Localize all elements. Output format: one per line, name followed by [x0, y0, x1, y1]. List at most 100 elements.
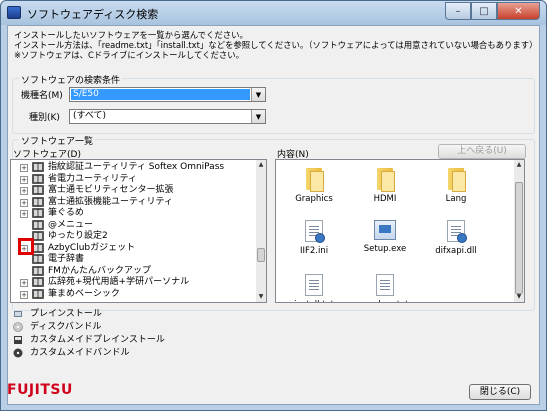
custom-bundle-icon [13, 348, 23, 358]
tree-item[interactable]: + AzbyClubガジェット [11, 243, 256, 254]
tree-item[interactable]: + 広辞苑+現代用語+学研パーソナル [11, 277, 256, 288]
tree-item-label: FMかんたんバックアップ [48, 265, 151, 276]
scroll-thumb[interactable] [515, 182, 523, 294]
minimize-button[interactable]: – [445, 2, 471, 20]
title-bar[interactable]: ソフトウェアディスク検索 – □ ✕ [1, 1, 546, 25]
tree-item-label: 富士通拡張機能ユーティリティ [48, 196, 173, 207]
book-icon [32, 219, 44, 230]
tree-item[interactable]: FMかんたんバックアップ [11, 266, 256, 277]
expand-icon[interactable]: + [20, 290, 28, 299]
maximize-button[interactable]: □ [471, 2, 497, 20]
legend-label: プレインストール [30, 309, 102, 319]
instructions: インストールしたいソフトウェアを一覧から選んでください。 インストール方法は、「… [14, 30, 538, 60]
disc-bundle-icon [13, 322, 23, 332]
file-item[interactable]: Lang [426, 168, 486, 204]
scroll-thumb[interactable] [257, 248, 265, 262]
file-item[interactable]: readme.txt [355, 274, 415, 302]
instruction-line: インストールしたいソフトウェアを一覧から選んでください。 [14, 30, 248, 40]
tree-item[interactable]: + 富士通拡張機能ユーティリティ [11, 197, 256, 208]
scroll-down-icon[interactable]: ▼ [514, 292, 524, 302]
book-icon [32, 265, 44, 276]
scroll-down-icon[interactable]: ▼ [256, 292, 266, 302]
scroll-up-icon[interactable]: ▲ [514, 160, 524, 170]
book-icon [32, 196, 44, 207]
search-conditions-label: ソフトウェアの検索条件 [19, 73, 123, 86]
book-icon [32, 185, 44, 195]
search-dialog-window: ソフトウェアディスク検索 – □ ✕ インストールしたいソフトウェアを一覧から選… [0, 0, 547, 411]
tree-item-label: 指紋認証ユーティリティ Softex OmniPass [48, 162, 225, 172]
legend-label: カスタムメイドバンドル [30, 348, 130, 358]
tree-item-label: @メニュー [48, 219, 94, 230]
chevron-down-icon[interactable]: ▼ [251, 88, 265, 101]
model-combobox[interactable]: S/E50 ▼ [69, 87, 266, 102]
fujitsu-logo: FUJITSU [7, 382, 73, 398]
text-file-icon [305, 274, 323, 296]
tree-item-label: 電子辞書 [48, 254, 85, 264]
setup-exe-icon [374, 220, 396, 240]
content-pane[interactable]: Graphics HDMI Lang IIF2.ini Setup.exe difxapi… [275, 159, 525, 303]
folder-icon [375, 168, 395, 192]
book-icon [32, 288, 44, 299]
tree-item-label: 筆ぐるめ [48, 208, 84, 218]
tree-item[interactable]: + 指紋認証ユーティリティ Softex OmniPass [11, 162, 256, 173]
window-title: ソフトウェアディスク検索 [27, 8, 159, 21]
legend-label: ディスクバンドル [30, 322, 102, 332]
tree-item-label: 広辞苑+現代用語+学研パーソナル [48, 277, 190, 287]
folder-icon [446, 168, 466, 192]
file-label: Graphics [295, 194, 333, 204]
legend-label: カスタムメイドプレインストール [30, 335, 165, 345]
instruction-line: ※ソフトウェアは、Cドライブにインストールしてください。 [14, 50, 244, 60]
file-item[interactable]: IIF2.ini [284, 220, 344, 256]
tree-item[interactable]: + 省電力ユーティリティ [11, 174, 256, 185]
tree-item-label: 省電力ユーティリティ [48, 173, 137, 184]
file-item[interactable]: HDMI [355, 168, 415, 204]
expand-icon[interactable]: + [20, 164, 28, 172]
expand-icon[interactable]: + [20, 187, 28, 195]
content-scrollbar[interactable]: ▲ ▼ [514, 160, 524, 302]
book-icon [32, 162, 44, 172]
folder-icon [304, 168, 324, 192]
text-file-icon [376, 274, 394, 296]
book-icon [32, 277, 44, 287]
file-item[interactable]: Setup.exe [355, 220, 415, 254]
type-combobox[interactable]: (すべて) ▼ [69, 109, 266, 124]
file-label: IIF2.ini [299, 246, 329, 256]
close-window-button[interactable]: ✕ [497, 2, 540, 20]
model-value: S/E50 [71, 89, 250, 100]
tree-scrollbar[interactable]: ▲ ▼ [256, 160, 266, 302]
caption-buttons: – □ ✕ [445, 2, 540, 20]
model-label: 機種名(M) [21, 91, 63, 101]
file-label: readme.txt [355, 300, 415, 302]
app-icon [7, 6, 21, 19]
software-tree[interactable]: + 指紋認証ユーティリティ Softex OmniPass + 省電力ユーティリティ +… [10, 159, 267, 303]
tree-item[interactable]: + 筆まめベーシック [11, 289, 256, 300]
scroll-up-icon[interactable]: ▲ [256, 160, 266, 170]
expand-icon[interactable]: + [20, 198, 28, 207]
expand-icon[interactable]: + [20, 175, 28, 184]
tree-item[interactable]: + 富士通モビリティセンター拡張 [11, 185, 256, 196]
type-label: 種別(K) [29, 113, 60, 123]
file-label: difxapi.dll [435, 246, 477, 256]
tree-item[interactable]: ゆったり設定2 [11, 231, 256, 242]
tree-item-label: AzbyClubガジェット [48, 242, 136, 253]
type-value: (すべて) [73, 111, 107, 121]
close-button[interactable]: 閉じる(C) [469, 384, 531, 400]
file-label: install.txt [284, 300, 344, 302]
up-button[interactable]: 上へ戻る(U) [438, 144, 526, 159]
file-label: Setup.exe [363, 244, 407, 254]
book-icon [32, 208, 44, 218]
file-item[interactable]: difxapi.dll [426, 220, 486, 256]
book-icon [32, 254, 44, 264]
file-item[interactable]: Graphics [284, 168, 344, 204]
tree-item-label: ゆったり設定2 [48, 231, 108, 241]
tree-item[interactable]: @メニュー [11, 220, 256, 231]
file-item[interactable]: install.txt [284, 274, 344, 302]
chevron-down-icon[interactable]: ▼ [251, 110, 265, 123]
tree-item[interactable]: 電子辞書 [11, 254, 256, 265]
tree-item[interactable]: + 筆ぐるめ [11, 208, 256, 219]
ini-file-icon [305, 220, 325, 243]
expand-icon[interactable]: + [20, 279, 28, 287]
software-list-label: ソフトウェア一覧 [19, 134, 96, 147]
file-label: HDMI [373, 194, 397, 204]
expand-icon[interactable]: + [20, 210, 28, 218]
